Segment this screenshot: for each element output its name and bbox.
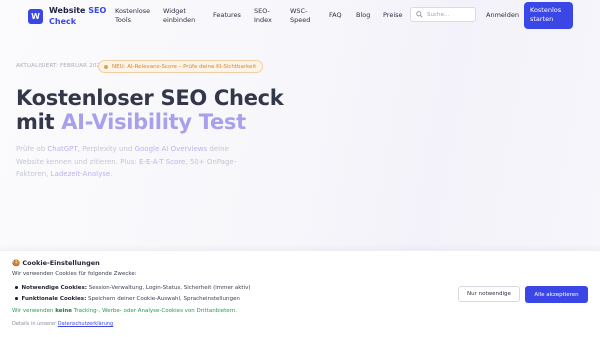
- desc-highlight: E-E-A-T Score: [139, 157, 186, 166]
- logo-word-check: Check: [49, 17, 77, 26]
- nav-label: Kostenlose: [115, 7, 151, 15]
- cookie-title: 🍪 Cookie-Einstellungen: [12, 259, 100, 267]
- search-input[interactable]: Suche...: [410, 7, 476, 22]
- site-logo[interactable]: W Website SEO Check: [28, 5, 106, 27]
- cookie-no-tracking-note: Wir verwenden keine Tracking-, Werbe- od…: [12, 308, 237, 314]
- new-feature-pill[interactable]: NEU: AI-Relevanz-Score – Prüfe deine KI-…: [98, 60, 264, 73]
- logo-badge: W: [28, 8, 43, 24]
- cookie-item-text: Session-Verwaltung, Login-Status, Sicher…: [86, 285, 251, 291]
- nav-label: Speed: [290, 16, 311, 24]
- nav-label: Features: [213, 11, 241, 19]
- cookie-list-item: Notwendige Cookies: Session-Verwaltung, …: [15, 285, 251, 291]
- logo-word-seo: SEO: [88, 6, 107, 15]
- bullet-icon: [15, 286, 18, 289]
- pill-text: NEU: AI-Relevanz-Score – Prüfe deine KI-…: [112, 63, 257, 70]
- search-icon: [416, 11, 423, 18]
- nav-label: WSC-: [290, 7, 308, 15]
- nav-label: SEO-: [254, 7, 270, 15]
- cookie-list-item: Funktionale Cookies: Speichern deiner Co…: [15, 296, 240, 302]
- accept-all-button[interactable]: Alle akzeptieren: [525, 286, 588, 303]
- login-label: Anmelden: [486, 11, 519, 19]
- desc-highlight: ChatGPT: [47, 145, 78, 153]
- nav-item-wsc-speed[interactable]: WSC- Speed: [290, 7, 310, 25]
- desc-highlight: Google AI Overviews: [134, 145, 208, 153]
- hero-description: Prüfe ob ChatGPT, Perplexity und Google …: [16, 143, 246, 181]
- cookie-intro: Wir verwenden Cookies für folgende Zweck…: [12, 271, 137, 277]
- logo-text: Website SEO Check: [49, 5, 106, 27]
- cookie-item-label: Notwendige Cookies:: [21, 285, 87, 291]
- start-free-button[interactable]: Kostenlos starten: [524, 2, 573, 29]
- nav-label: Index: [254, 16, 272, 24]
- nav-item-faq[interactable]: FAQ: [329, 11, 342, 20]
- search-placeholder: Suche...: [427, 11, 450, 18]
- privacy-text: Details in unserer: [12, 321, 58, 327]
- hero-title-accent: AI-Visibility Test: [61, 110, 246, 134]
- desc-text: .: [110, 170, 113, 178]
- hero-title: Kostenloser SEO Check mit AI-Visibility …: [16, 86, 284, 134]
- login-link[interactable]: Anmelden: [486, 11, 519, 20]
- updated-label: AKTUALISIERT: FEBRUAR 2026: [16, 63, 104, 69]
- hero-title-line1: Kostenloser SEO Check: [16, 86, 284, 110]
- cta-label: starten: [530, 15, 554, 23]
- cookie-item-label: Funktionale Cookies:: [21, 296, 87, 302]
- site-header: W Website SEO Check Kostenlose Tools Wid…: [0, 0, 600, 34]
- desc-text: Prüfe ob: [16, 145, 48, 153]
- nav-label: Widget: [163, 7, 186, 15]
- note-text: Tracking-, Werbe- oder Analyse-Cookies v…: [72, 308, 238, 314]
- necessary-only-button[interactable]: Nur notwendige: [458, 286, 520, 302]
- cookie-item-text: Speichern deiner Cookie-Auswahl, Sprache…: [86, 296, 240, 302]
- hero-title-prefix: mit: [16, 110, 62, 134]
- nav-item-seo-index[interactable]: SEO- Index: [254, 7, 272, 25]
- pill-dot-icon: [104, 64, 108, 69]
- nav-item-preise[interactable]: Preise: [383, 11, 403, 20]
- nav-item-blog[interactable]: Blog: [356, 11, 370, 20]
- logo-word-website: Website: [49, 6, 86, 15]
- note-bold: keine: [55, 308, 73, 314]
- nav-item-widget-einbinden[interactable]: Widget einbinden: [163, 7, 195, 25]
- desc-highlight: Ladezeit-Analyse: [50, 170, 111, 178]
- nav-label: einbinden: [163, 16, 196, 24]
- nav-label: Blog: [356, 11, 371, 19]
- nav-item-features[interactable]: Features: [213, 11, 241, 20]
- nav-label: Preise: [383, 11, 403, 19]
- nav-item-kostenlose-tools[interactable]: Kostenlose Tools: [115, 7, 150, 25]
- cookie-banner: 🍪 Cookie-Einstellungen Wir verwenden Coo…: [0, 250, 600, 337]
- cta-label: Kostenlos: [530, 6, 562, 14]
- bullet-icon: [15, 297, 18, 300]
- desc-text: , Perplexity und: [77, 145, 135, 153]
- privacy-policy-link[interactable]: Datenschutzerklärung: [58, 321, 113, 327]
- note-text: Wir verwenden: [12, 308, 56, 314]
- nav-label: FAQ: [329, 11, 342, 19]
- cookie-privacy-text: Details in unserer Datenschutzerklärung: [12, 321, 113, 327]
- nav-label: Tools: [115, 16, 132, 24]
